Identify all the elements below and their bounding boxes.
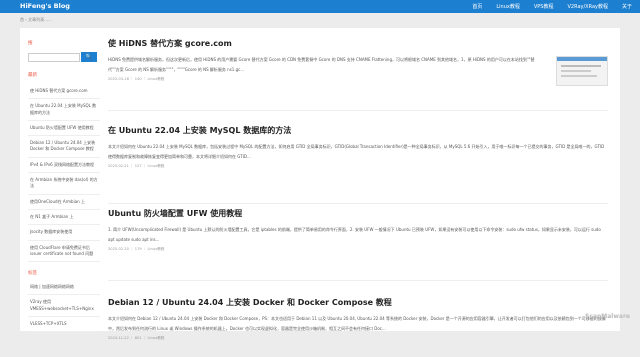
post-item: Ubuntu 防火墙配置 UFW 使用教程 1. 简介 UFW(Uncompli… — [108, 208, 608, 281]
post-views: 140 — [134, 77, 142, 81]
nav-link-vps[interactable]: VPS教程 — [534, 3, 554, 10]
post-views: 179 — [134, 247, 142, 251]
recent-post-link[interactable]: 使用 CloudFlare 申请免费证书后 issuer certificate… — [28, 241, 100, 263]
post-excerpt: HiDNS 免费提供域名解析服务，但这次更新后，使用 HiDNS 的用户需要 G… — [108, 57, 535, 72]
post-meta: 2025-02-21 ｜ 157 ｜ Linux教程 — [108, 164, 165, 168]
post-date: 2024-11-22 — [108, 336, 129, 340]
recent-post-link[interactable]: 在 N1 盒子 Armbian 上 — [28, 210, 100, 226]
post-category[interactable]: Linux教程 — [148, 164, 165, 168]
nav-link-about[interactable]: 关于 — [622, 3, 632, 10]
post-views: 801 — [134, 336, 142, 340]
post-views: 157 — [134, 164, 142, 168]
post-item: Debian 12 / Ubuntu 24.04 上安装 Docker 和 Do… — [108, 297, 608, 357]
search-button[interactable]: 🔍 — [81, 52, 97, 62]
post-category[interactable]: Linux教程 — [148, 336, 165, 340]
sidebar-extra-link[interactable]: V2ray 使用 VMESS+websocket+TLS+Nginx — [28, 295, 100, 318]
search-input[interactable] — [28, 52, 80, 62]
post-title[interactable]: 在 Ubuntu 22.04 上安装 MySQL 数据库的方法 — [108, 125, 608, 136]
nav-link-home[interactable]: 首页 — [472, 3, 482, 10]
recent-posts-list: 使 HiDNS 替代方案 gcore.com 在 Ubuntu 22.04 上安… — [28, 84, 100, 263]
post-date: 2025-03-18 — [108, 77, 129, 81]
post-item: 使 HiDNS 替代方案 gcore.com HiDNS 免费提供域名解析服务，… — [108, 38, 608, 111]
thumbnail-header — [557, 57, 607, 61]
post-category[interactable]: Linux教程 — [148, 77, 165, 81]
post-list: 使 HiDNS 替代方案 gcore.com HiDNS 免费提供域名解析服务，… — [108, 38, 608, 357]
post-excerpt: 1. 简介 UFW(Uncomplicated Firewall) 是 Ubun… — [108, 227, 601, 242]
search-title: 搜 — [28, 41, 33, 46]
top-navbar: HiFeng's Blog 首页 Linux教程 VPS教程 V2Ray/XRa… — [0, 0, 640, 13]
thumbnail-line — [561, 70, 591, 72]
sidebar: 搜 🔍 最新 使 HiDNS 替代方案 gcore.com 在 Ubuntu 2… — [28, 38, 100, 333]
post-excerpt: 本文介绍如何在 Ubuntu 22.04 上安装 MySQL 数据库，包括安装过… — [108, 144, 605, 159]
site-brand[interactable]: HiFeng's Blog — [20, 2, 70, 10]
post-title[interactable]: 使 HiDNS 替代方案 gcore.com — [108, 38, 608, 49]
tag-link[interactable]: 网络 | 加速网络网络网络 — [28, 280, 100, 296]
search-box: 🔍 — [28, 52, 100, 62]
tags-list: 网络 | 加速网络网络网络 V2ray 使用 VMESS+websocket+T… — [28, 280, 100, 333]
post-date: 2025-02-20 — [108, 247, 129, 251]
recent-post-link[interactable]: Jsocity 数据库安装使用 — [28, 225, 100, 241]
thumbnail-line — [561, 75, 597, 77]
post-date: 2025-02-21 — [108, 164, 129, 168]
tags-title: 标签 — [28, 271, 37, 277]
nav-link-v2ray[interactable]: V2Ray/XRay教程 — [567, 3, 608, 10]
recent-posts-title: 最新 — [28, 73, 37, 78]
recent-post-link[interactable]: 在 Armbian 系统中安装 das(ol) 的方法 — [28, 173, 100, 195]
nav-link-linux[interactable]: Linux教程 — [496, 3, 519, 10]
post-title[interactable]: Debian 12 / Ubuntu 24.04 上安装 Docker 和 Do… — [108, 297, 608, 308]
post-meta: 2025-03-18 ｜ 140 ｜ Linux教程 — [108, 77, 165, 81]
post-item: 在 Ubuntu 22.04 上安装 MySQL 数据库的方法 本文介绍如何在 … — [108, 125, 608, 204]
post-meta: 2025-02-20 ｜ 179 ｜ Linux教程 — [108, 247, 165, 251]
recent-post-link[interactable]: IPv4 & IPv6 双栈网络配置方法教程 — [28, 158, 100, 174]
post-category[interactable]: Linux教程 — [148, 247, 165, 251]
recent-post-link[interactable]: Debian 12 / Ubuntu 24.04 上安装 Docker 和 Do… — [28, 136, 100, 158]
breadcrumb: 首 › 文章列表…… — [20, 17, 53, 22]
recent-post-link[interactable]: Ubuntu 防火墙配置 UFW 使用教程 — [28, 121, 100, 137]
scanmalware-watermark: ScanMalware — [585, 313, 630, 320]
thumbnail-line — [561, 65, 601, 67]
recent-post-link[interactable]: 使 HiDNS 替代方案 gcore.com — [28, 84, 100, 100]
content-wrapper: 搜 🔍 最新 使 HiDNS 替代方案 gcore.com 在 Ubuntu 2… — [20, 28, 620, 340]
nav-links: 首页 Linux教程 VPS教程 V2Ray/XRay教程 关于 — [458, 0, 632, 13]
post-excerpt: 本文介绍如何在 Debian 12 / Ubuntu 24.04 上安装 Doc… — [108, 316, 606, 331]
recent-post-link[interactable]: 使用OneCloud在 Armbian 上 — [28, 195, 100, 210]
post-meta: 2024-11-22 ｜ 801 ｜ Linux教程 — [108, 336, 165, 340]
recent-post-link[interactable]: 在 Ubuntu 22.04 上安装 MySQL 数据库的方法 — [28, 99, 100, 121]
post-title[interactable]: Ubuntu 防火墙配置 UFW 使用教程 — [108, 208, 608, 219]
sidebar-extra-link[interactable]: VLESS+TCP+XTLS — [28, 317, 100, 333]
post-thumbnail[interactable] — [556, 56, 608, 86]
